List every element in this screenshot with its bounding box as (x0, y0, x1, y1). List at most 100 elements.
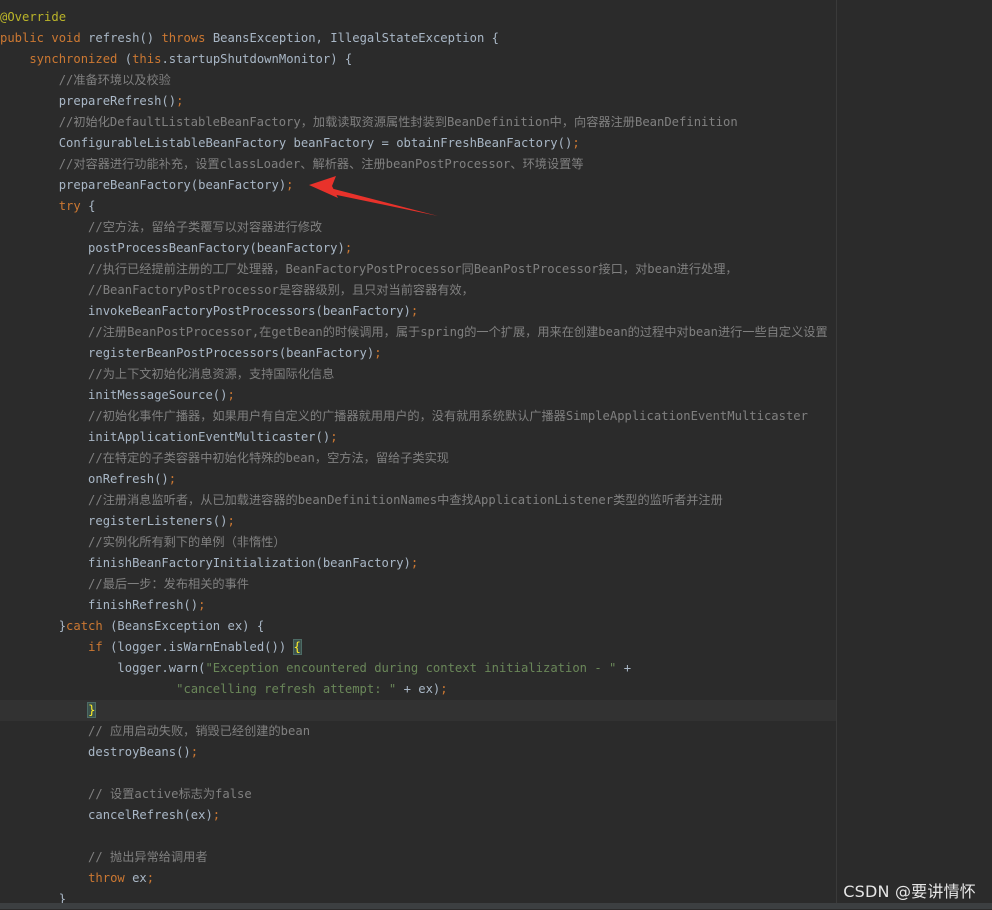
code-token: () (139, 31, 162, 45)
code-token: initApplicationEventMulticaster() (0, 430, 331, 444)
comment-line: //初始化事件广播器，如果用户有自定义的广播器就用用户的，没有就用系统默认广播器… (0, 409, 808, 423)
code-area[interactable]: @Override public void refresh() throws B… (0, 7, 836, 910)
keyword-token: if (88, 640, 111, 654)
code-token: { (88, 199, 96, 213)
keyword-token: try (0, 199, 89, 213)
code-token: } (0, 619, 67, 633)
code-token: ConfigurableListableBeanFactory beanFact… (0, 136, 573, 150)
code-token: (BeansException ex) { (110, 619, 265, 633)
code-line-current: } (0, 700, 836, 721)
code-line: @Override (0, 7, 836, 28)
keyword-token: catch (66, 619, 111, 633)
comment-line: //在特定的子类容器中初始化特殊的bean，空方法，留给子类实现 (0, 451, 449, 465)
code-token: .startupShutdownMonitor) { (161, 52, 353, 66)
comment-line: //BeanFactoryPostProcessor是容器级别，且只对当前容器有… (0, 283, 474, 297)
code-line: registerBeanPostProcessors(beanFactory); (0, 343, 836, 364)
code-token: postProcessBeanFactory(beanFactory) (0, 241, 345, 255)
method-name-token: refresh (88, 31, 140, 45)
code-line: destroyBeans(); (0, 742, 836, 763)
comment-line: //注册消息监听者，从已加载进容器的beanDefinitionNames中查找… (0, 493, 723, 507)
comment-line: // 抛出异常给调用者 (0, 850, 208, 864)
comment-line: // 设置active标志为false (0, 787, 252, 801)
code-line: postProcessBeanFactory(beanFactory); (0, 238, 836, 259)
comment-line: //空方法，留给子类覆写以对容器进行修改 (0, 220, 323, 234)
watermark-text: CSDN @要讲情怀 (843, 882, 976, 901)
annotation-token: @Override (0, 10, 67, 24)
semicolon-token: ; (344, 241, 353, 255)
code-line: public void refresh() throws BeansExcept… (0, 28, 836, 49)
code-line-prepare-bean-factory: prepareBeanFactory(beanFactory); (0, 175, 836, 196)
comment-line: // 应用启动失败，销毁已经创建的bean (0, 724, 311, 738)
code-line: prepareRefresh(); (0, 91, 836, 112)
code-token: ( (124, 52, 133, 66)
code-line: registerListeners(); (0, 511, 836, 532)
semicolon-token: ; (227, 514, 235, 528)
code-token: cancelRefresh(ex) (0, 808, 213, 822)
code-line: finishRefresh(); (0, 595, 836, 616)
code-token: prepareRefresh() (0, 94, 177, 108)
comment-line: //为上下文初始化消息资源，支持国际化信息 (0, 367, 335, 381)
code-token: (logger.isWarnEnabled()) (110, 640, 294, 654)
code-line: synchronized (this.startupShutdownMonito… (0, 49, 836, 70)
semicolon-token: ; (227, 388, 235, 402)
keyword-token: synchronized (0, 52, 125, 66)
comment-line: //注册BeanPostProcessor,在getBean的时候调用，属于sp… (0, 325, 828, 339)
semicolon-token: ; (572, 136, 580, 150)
semicolon-token: ; (168, 472, 177, 486)
code-line: initMessageSource(); (0, 385, 836, 406)
semicolon-token: ; (410, 556, 419, 570)
code-token: logger.warn( (0, 661, 206, 675)
code-line: if (logger.isWarnEnabled()) { (0, 637, 836, 658)
code-token: + (623, 661, 632, 675)
comment-line: //准备环境以及校验 (0, 73, 171, 87)
code-line: initApplicationEventMulticaster(); (0, 427, 836, 448)
code-token: invokeBeanFactoryPostProcessors(beanFact… (0, 304, 411, 318)
code-line: throw ex; (0, 868, 836, 889)
right-margin-guide (836, 0, 837, 909)
code-line: }catch (BeansException ex) { (0, 616, 836, 637)
string-token: "cancelling refresh attempt: " (176, 682, 404, 696)
semicolon-token: ; (212, 808, 221, 822)
string-token: "Exception encountered during context in… (205, 661, 624, 675)
code-token: destroyBeans() (0, 745, 191, 759)
code-token: initMessageSource() (0, 388, 228, 402)
keyword-token: throws (161, 31, 213, 45)
code-line: ConfigurableListableBeanFactory beanFact… (0, 133, 836, 154)
code-line: logger.warn("Exception encountered durin… (0, 658, 836, 679)
comment-line: //执行已经提前注册的工厂处理器，BeanFactoryPostProcesso… (0, 262, 738, 276)
semicolon-token: ; (190, 745, 199, 759)
code-line: "cancelling refresh attempt: " + ex); (0, 679, 836, 700)
matched-brace-open: { (292, 639, 302, 655)
semicolon-token: ; (198, 598, 206, 612)
code-token: registerListeners() (0, 514, 228, 528)
code-token: BeansException, IllegalStateException { (212, 31, 499, 45)
comment-line: //最后一步：发布相关的事件 (0, 577, 249, 591)
semicolon-token: ; (410, 304, 419, 318)
matched-brace-close: } (87, 702, 97, 718)
keyword-token: public void (0, 31, 89, 45)
code-line: try { (0, 196, 836, 217)
semicolon-token: ; (176, 94, 184, 108)
code-line: finishBeanFactoryInitialization(beanFact… (0, 553, 836, 574)
semicolon-token: ; (440, 682, 448, 696)
code-token: ex (132, 871, 147, 885)
code-editor[interactable]: @Override public void refresh() throws B… (0, 0, 992, 909)
code-line: cancelRefresh(ex); (0, 805, 836, 826)
comment-line: //实例化所有剩下的单例（非惰性） (0, 535, 286, 549)
semicolon-token: ; (286, 178, 294, 192)
keyword-token: this (132, 52, 162, 66)
horizontal-scrollbar[interactable] (0, 903, 992, 909)
comment-line: //对容器进行功能补充，设置classLoader、解析器、注册beanPost… (0, 157, 584, 171)
semicolon-token: ; (330, 430, 338, 444)
code-token: registerBeanPostProcessors(beanFactory) (0, 346, 375, 360)
code-token: + ex) (403, 682, 441, 696)
code-token: finishRefresh() (0, 598, 199, 612)
code-token: finishBeanFactoryInitialization(beanFact… (0, 556, 411, 570)
code-token: prepareBeanFactory(beanFactory) (0, 178, 287, 192)
code-token: onRefresh() (0, 472, 169, 486)
